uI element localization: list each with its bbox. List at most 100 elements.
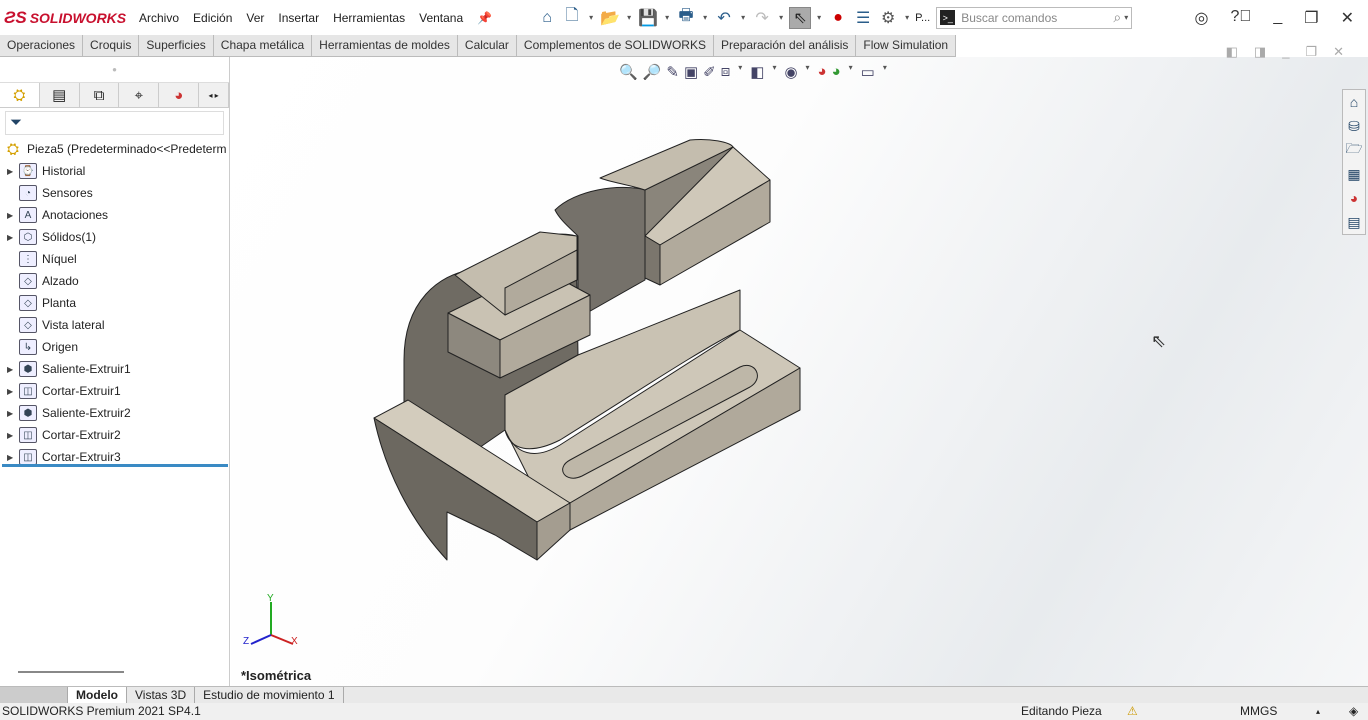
rebuild-traffic-light-icon[interactable]: ● bbox=[827, 7, 849, 29]
display-manager-tab-icon[interactable]: ◕ bbox=[159, 83, 200, 107]
search-placeholder: Buscar comandos bbox=[961, 10, 1058, 25]
menu-insertar[interactable]: Insertar bbox=[278, 11, 319, 25]
gear-icon[interactable]: ⚙ bbox=[877, 7, 899, 29]
units-selector[interactable]: MMGS bbox=[1240, 703, 1277, 720]
tab-calcular[interactable]: Calcular bbox=[458, 35, 517, 56]
open-icon[interactable]: 📂 bbox=[599, 7, 621, 29]
tree-item[interactable]: ◇ Alzado bbox=[0, 270, 229, 292]
menu-ventana[interactable]: Ventana bbox=[419, 11, 463, 25]
chevron-down-icon[interactable]: ▾ bbox=[814, 13, 824, 22]
command-manager-tabs: Operaciones Croquis Superficies Chapa me… bbox=[0, 35, 957, 57]
search-icon[interactable]: ⌕ bbox=[1113, 9, 1121, 26]
profile-label[interactable]: P... bbox=[915, 12, 930, 24]
restore-button[interactable]: ❐ bbox=[1304, 8, 1318, 28]
expand-arrow-icon[interactable]: ▶ bbox=[7, 409, 19, 418]
tab-superficies[interactable]: Superficies bbox=[139, 35, 214, 56]
expand-arrow-icon[interactable]: ▶ bbox=[7, 365, 19, 374]
3d-part-model[interactable] bbox=[231, 57, 1368, 686]
menu-edicion[interactable]: Edición bbox=[193, 11, 232, 25]
tab-flow-simulation[interactable]: Flow Simulation bbox=[856, 35, 957, 56]
feature-tree-tab-icon[interactable]: ⛭ bbox=[0, 83, 40, 107]
menu-ver[interactable]: Ver bbox=[246, 11, 264, 25]
close-button[interactable]: ✕ bbox=[1341, 8, 1354, 28]
chevron-down-icon[interactable]: ▾ bbox=[700, 13, 710, 22]
print-icon[interactable]: 🖶 bbox=[675, 7, 697, 29]
expand-arrow-icon[interactable]: ▶ bbox=[7, 233, 19, 242]
tree-item-label: Historial bbox=[42, 164, 86, 178]
rebuild-icon[interactable]: ⚠ bbox=[1127, 703, 1138, 720]
tab-croquis[interactable]: Croquis bbox=[83, 35, 140, 56]
chevron-down-icon[interactable]: ▾ bbox=[624, 13, 634, 22]
chevron-up-icon[interactable]: ▴ bbox=[1316, 703, 1320, 720]
tree-root-label: Pieza5 (Predeterminado<<Predeterm bbox=[27, 142, 227, 156]
chevron-down-icon[interactable]: ▾ bbox=[662, 13, 672, 22]
user-icon[interactable]: ◎ bbox=[1194, 8, 1208, 28]
tree-item[interactable]: ▶ ⬢ Saliente-Extruir2 bbox=[0, 402, 229, 424]
configuration-manager-tab-icon[interactable]: ⧉ bbox=[80, 83, 120, 107]
tab-scroll-arrows[interactable] bbox=[0, 687, 68, 703]
feature-icon: ◔ bbox=[19, 185, 37, 201]
help-icon[interactable]: ?⃝ bbox=[1230, 8, 1251, 28]
chevron-down-icon[interactable]: ▾ bbox=[776, 13, 786, 22]
tab-estudio-movimiento[interactable]: Estudio de movimiento 1 bbox=[195, 687, 344, 703]
scroll-arrows[interactable]: ◂ ▸ bbox=[199, 83, 230, 107]
feature-icon: ◫ bbox=[19, 449, 37, 465]
new-document-icon[interactable]: 🗋 bbox=[561, 7, 583, 29]
minimize-button[interactable]: _ bbox=[1273, 8, 1282, 28]
axis-y-label: Y bbox=[267, 593, 274, 604]
save-icon[interactable]: 💾 bbox=[637, 7, 659, 29]
home-icon[interactable]: ⌂ bbox=[536, 7, 558, 29]
tree-item[interactable]: ⋮ Níquel bbox=[0, 248, 229, 270]
menu-archivo[interactable]: Archivo bbox=[139, 11, 179, 25]
search-commands-input[interactable]: >_ Buscar comandos ⌕ ▾ bbox=[936, 6, 1133, 29]
tree-root-part[interactable]: ⛭ Pieza5 (Predeterminado<<Predeterm bbox=[0, 138, 229, 160]
rollback-bar[interactable] bbox=[2, 464, 228, 467]
tag-icon[interactable]: ◈ bbox=[1349, 703, 1358, 720]
tree-item[interactable]: ↳ Origen bbox=[0, 336, 229, 358]
tab-chapa-metalica[interactable]: Chapa metálica bbox=[214, 35, 313, 56]
expand-arrow-icon[interactable]: ▶ bbox=[7, 387, 19, 396]
chevron-down-icon[interactable]: ▾ bbox=[738, 13, 748, 22]
tree-item[interactable]: ◔ Sensores bbox=[0, 182, 229, 204]
dimxpert-tab-icon[interactable]: ⌖ bbox=[119, 83, 160, 107]
tab-preparacion-analisis[interactable]: Preparación del análisis bbox=[714, 35, 857, 56]
expand-arrow-icon[interactable]: ▶ bbox=[7, 453, 19, 462]
horizontal-scrollbar[interactable] bbox=[18, 671, 124, 673]
undo-icon[interactable]: ↶ bbox=[713, 7, 735, 29]
tree-item[interactable]: ◇ Vista lateral bbox=[0, 314, 229, 336]
file-properties-icon[interactable]: ☰ bbox=[852, 7, 874, 29]
menu-herramientas[interactable]: Herramientas bbox=[333, 11, 405, 25]
panel-grip[interactable]: ● bbox=[0, 57, 229, 83]
tree-item[interactable]: ▶ ⬢ Saliente-Extruir1 bbox=[0, 358, 229, 380]
tab-vistas-3d[interactable]: Vistas 3D bbox=[127, 687, 196, 703]
chevron-down-icon[interactable]: ▾ bbox=[586, 13, 596, 22]
tree-item[interactable]: ▶ ◫ Cortar-Extruir2 bbox=[0, 424, 229, 446]
tree-item-label: Planta bbox=[42, 296, 77, 310]
pin-icon[interactable]: 📌 bbox=[477, 11, 492, 25]
expand-arrow-icon[interactable]: ▶ bbox=[7, 167, 19, 176]
tree-item[interactable]: ▶ A Anotaciones bbox=[0, 204, 229, 226]
chevron-down-icon[interactable]: ▾ bbox=[902, 13, 912, 22]
tab-herramientas-moldes[interactable]: Herramientas de moldes bbox=[312, 35, 458, 56]
expand-arrow-icon[interactable]: ▶ bbox=[7, 211, 19, 220]
graphics-area[interactable]: 🔍 🔎 ✎ ▣ ✐ ⧈ ▾ ◧ ▾ ◉ ▾ ◕ ◕ ▾ ▭ ▾ ◧ ◨ _ ❐ ✕ ⌂ ⛁… bbox=[231, 44, 1368, 686]
tab-complementos[interactable]: Complementos de SOLIDWORKS bbox=[517, 35, 714, 56]
select-pointer-icon[interactable]: ⇖ bbox=[789, 6, 812, 29]
filter-icon[interactable]: ⏷ bbox=[5, 111, 224, 135]
chevron-down-icon[interactable]: ▾ bbox=[1121, 13, 1131, 22]
tab-modelo[interactable]: Modelo bbox=[68, 687, 127, 703]
redo-icon[interactable]: ↷ bbox=[751, 7, 773, 29]
tab-operaciones[interactable]: Operaciones bbox=[0, 35, 84, 56]
tree-item[interactable]: ▶ ◫ Cortar-Extruir1 bbox=[0, 380, 229, 402]
solidworks-logo[interactable]: ƧS SOLIDWORKS bbox=[4, 8, 139, 28]
feature-icon: ◫ bbox=[19, 427, 37, 443]
tree-item[interactable]: ◇ Planta bbox=[0, 292, 229, 314]
quick-access-toolbar: ⌂ 🗋 ▾ 📂 ▾ 💾 ▾ 🖶 ▾ ↶ ▾ ↷ ▾ ⇖ ▾ ● ☰ ⚙ ▾ P... bbox=[536, 6, 930, 29]
tree-item[interactable]: ▶ ⬡ Sólidos(1) bbox=[0, 226, 229, 248]
property-manager-tab-icon[interactable]: ▤ bbox=[40, 83, 80, 107]
mouse-cursor-icon: ⇖ bbox=[1151, 331, 1167, 351]
expand-arrow-icon[interactable]: ▶ bbox=[7, 431, 19, 440]
view-orientation-label: *Isométrica bbox=[241, 668, 312, 683]
tree-item-label: Alzado bbox=[42, 274, 79, 288]
tree-item[interactable]: ▶ ⌚ Historial bbox=[0, 160, 229, 182]
